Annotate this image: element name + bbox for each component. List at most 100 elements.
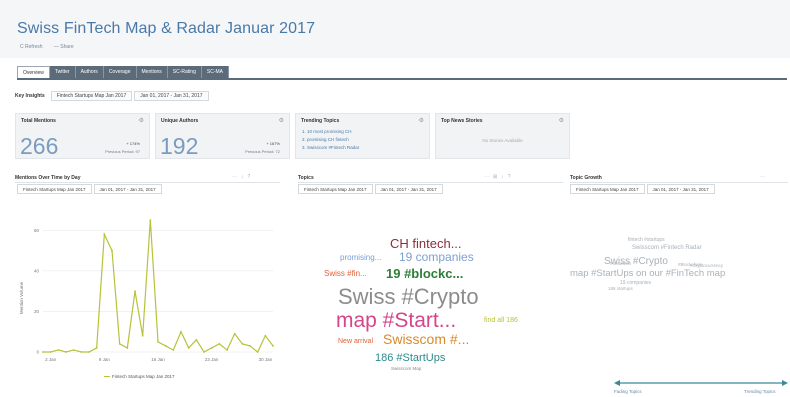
empty-state-text: No Stories Available (482, 138, 523, 143)
tab-overview[interactable]: Overview (17, 66, 50, 78)
growth-word[interactable]: 186 startups (608, 286, 633, 291)
unique-authors-card: Unique Authors ⚙ 192 + 167% Previous Per… (155, 113, 290, 159)
share-button[interactable]: — Share (54, 44, 74, 50)
trending-topic-link[interactable]: 1. 10 most promising CH (302, 128, 359, 136)
topic-growth-title: Topic Growth (570, 175, 602, 181)
cloud-word[interactable]: Swiss #fin... (324, 269, 367, 278)
data-point[interactable] (141, 334, 144, 337)
key-insights-label: Key Insights (15, 92, 45, 99)
date-range-filter[interactable]: Jan 01, 2017 - Jan 31, 2017 (93, 184, 162, 194)
growth-word[interactable]: #Cryptocurrency (690, 263, 723, 268)
total-mentions-value: 266 (20, 133, 59, 159)
trending-topic-link[interactable]: 3. Swisscom #Fintech Radar (302, 144, 359, 152)
x-tick-label: 16 Jan (151, 357, 165, 362)
tab-authors[interactable]: Authors (75, 66, 104, 78)
trending-topics-list: 1. 10 most promising CH 2. promising CH … (302, 128, 359, 152)
chart-tools[interactable]: ⋯↓? (232, 174, 254, 180)
data-point[interactable] (233, 332, 236, 335)
chart-tools[interactable]: ⋯ (760, 174, 769, 180)
y-tick-label: 20 (34, 309, 40, 314)
data-point[interactable] (103, 233, 106, 236)
growth-word[interactable]: #Insurtech (610, 261, 631, 266)
data-point[interactable] (272, 345, 274, 347)
data-point[interactable] (111, 249, 113, 252)
change-badge: + 167% (266, 141, 280, 146)
cloud-word[interactable]: CH fintech... (390, 236, 462, 251)
cloud-word[interactable]: promising... (340, 253, 381, 262)
header-actions: C Refresh — Share (20, 44, 84, 50)
data-point[interactable] (164, 345, 167, 347)
tab-mentions[interactable]: Mentions (136, 66, 168, 78)
fading-trending-scale (614, 380, 788, 386)
data-point[interactable] (149, 219, 152, 222)
data-point[interactable] (241, 342, 244, 345)
data-point[interactable] (180, 330, 182, 333)
collection-filter[interactable]: Fintech Startups Map Jan 2017 (17, 184, 92, 194)
x-tick-label: 30 Jan (259, 357, 273, 362)
collection-filter[interactable]: Fintech Startups Map Jan 2017 (570, 184, 645, 194)
growth-word[interactable]: map #StartUps on our #FinTech map (570, 268, 725, 279)
data-point[interactable] (57, 349, 60, 351)
data-point[interactable] (157, 340, 159, 343)
cloud-word[interactable]: New arrival (338, 338, 373, 345)
x-tick-label: 9 Jan (99, 357, 111, 362)
data-point[interactable] (118, 342, 121, 345)
mentions-chart-filters: Fintech Startups Map Jan 2017 Jan 01, 20… (17, 184, 164, 194)
data-point[interactable] (264, 334, 267, 337)
data-point[interactable] (80, 351, 83, 353)
cloud-word[interactable]: Swiss #Crypto (338, 284, 479, 310)
data-point[interactable] (210, 347, 213, 349)
cloud-word[interactable]: Swisscom Map (391, 366, 421, 371)
cloud-word[interactable]: 19 companies (399, 250, 474, 264)
legend-swatch (104, 376, 110, 378)
data-point[interactable] (42, 351, 44, 353)
divider (15, 182, 280, 183)
cloud-word[interactable]: 19 #blockc... (386, 266, 463, 281)
cloud-word[interactable]: find all 186 (484, 317, 518, 324)
data-point[interactable] (187, 347, 190, 349)
growth-word[interactable]: Swisscom #Fintech Radar (632, 245, 702, 251)
arrow-right-icon (782, 380, 788, 386)
data-point[interactable] (134, 290, 136, 293)
total-mentions-card: Total Mentions ⚙ 266 + 174% Previous Per… (15, 113, 150, 159)
date-range-filter[interactable]: Jan 01, 2017 - Jan 31, 2017 (134, 90, 209, 101)
gear-icon[interactable]: ⚙ (419, 117, 424, 124)
chart-tools[interactable]: ⋯⊞↓? (484, 174, 514, 180)
gear-icon[interactable]: ⚙ (279, 117, 284, 124)
data-point[interactable] (256, 351, 259, 353)
tab-sc-ma[interactable]: SC-MA (201, 66, 229, 78)
data-point[interactable] (95, 347, 98, 349)
collection-filter[interactable]: Fintech Startups Map Jan 2017 (298, 184, 373, 194)
data-point[interactable] (195, 338, 198, 341)
data-point[interactable] (249, 345, 251, 347)
gear-icon[interactable]: ⚙ (559, 117, 564, 124)
change-badge: + 174% (126, 141, 140, 146)
growth-word[interactable]: fintech #startups (628, 237, 665, 243)
data-point[interactable] (65, 351, 67, 353)
tab-coverage[interactable]: Coverage (103, 66, 137, 78)
date-range-filter[interactable]: Jan 01, 2017 - Jan 31, 2017 (374, 184, 443, 194)
gear-icon[interactable]: ⚙ (139, 117, 144, 124)
divider (570, 182, 788, 183)
data-point[interactable] (172, 349, 175, 351)
collection-filter[interactable]: Fintech Startups Map Jan 2017 (50, 90, 133, 101)
tab-sc-rating[interactable]: SC-Rating (167, 66, 202, 78)
data-point[interactable] (49, 351, 52, 353)
data-point[interactable] (226, 349, 228, 351)
data-point[interactable] (126, 347, 129, 349)
cloud-word[interactable]: 186 #StartUps (375, 352, 445, 364)
trending-topic-link[interactable]: 2. promising CH fintech (302, 136, 359, 144)
tab-underline (17, 78, 787, 80)
date-range-filter[interactable]: Jan 01, 2017 - Jan 31, 2017 (646, 184, 715, 194)
data-point[interactable] (72, 349, 75, 351)
refresh-button[interactable]: C Refresh (20, 44, 43, 50)
trending-topics-card: Trending Topics ⚙ 1. 10 most promising C… (295, 113, 430, 159)
cloud-word[interactable]: Swisscom #... (383, 331, 469, 347)
data-point[interactable] (88, 351, 90, 353)
mentions-line-chart[interactable]: Mention Volume 0 20 40 60 2 Jan 9 Jan 16 Jan 23… (15, 200, 285, 375)
data-point[interactable] (203, 351, 205, 353)
cloud-word[interactable]: map #Start... (336, 309, 456, 333)
data-point[interactable] (218, 342, 221, 345)
topics-title: Topics (298, 175, 314, 181)
tab-twitter[interactable]: Twitter (49, 66, 76, 78)
